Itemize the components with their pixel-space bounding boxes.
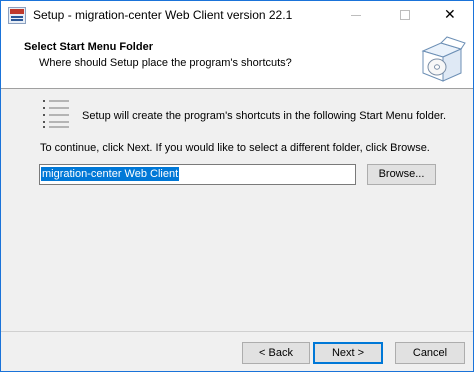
instruction-text: To continue, click Next. If you would li…: [40, 142, 430, 154]
page-title: Select Start Menu Folder: [24, 41, 153, 53]
page-subtitle: Where should Setup place the program's s…: [39, 57, 292, 69]
setup-window: Setup - migration-center Web Client vers…: [0, 0, 474, 372]
wizard-header: Select Start Menu Folder Where should Se…: [1, 30, 473, 89]
footer-divider: [1, 331, 473, 332]
minimize-button[interactable]: [333, 1, 379, 30]
window-title: Setup - migration-center Web Client vers…: [33, 8, 293, 22]
maximize-button[interactable]: [382, 1, 428, 30]
maximize-icon: [400, 10, 410, 20]
setup-app-icon: [8, 7, 26, 24]
next-button[interactable]: Next >: [313, 342, 383, 364]
title-bar[interactable]: Setup - migration-center Web Client vers…: [1, 1, 473, 30]
list-icon: [43, 100, 69, 128]
intro-text: Setup will create the program's shortcut…: [82, 110, 447, 122]
start-menu-folder-input[interactable]: migration-center Web Client: [39, 164, 356, 185]
browse-button[interactable]: Browse...: [367, 164, 436, 185]
folder-value: migration-center Web Client: [41, 167, 180, 181]
minimize-icon: [351, 15, 361, 16]
back-button[interactable]: < Back: [242, 342, 310, 364]
cancel-button[interactable]: Cancel: [395, 342, 465, 364]
software-box-disc-icon: [421, 36, 466, 82]
close-button[interactable]: ✕: [427, 1, 473, 30]
close-icon: ✕: [444, 7, 456, 23]
